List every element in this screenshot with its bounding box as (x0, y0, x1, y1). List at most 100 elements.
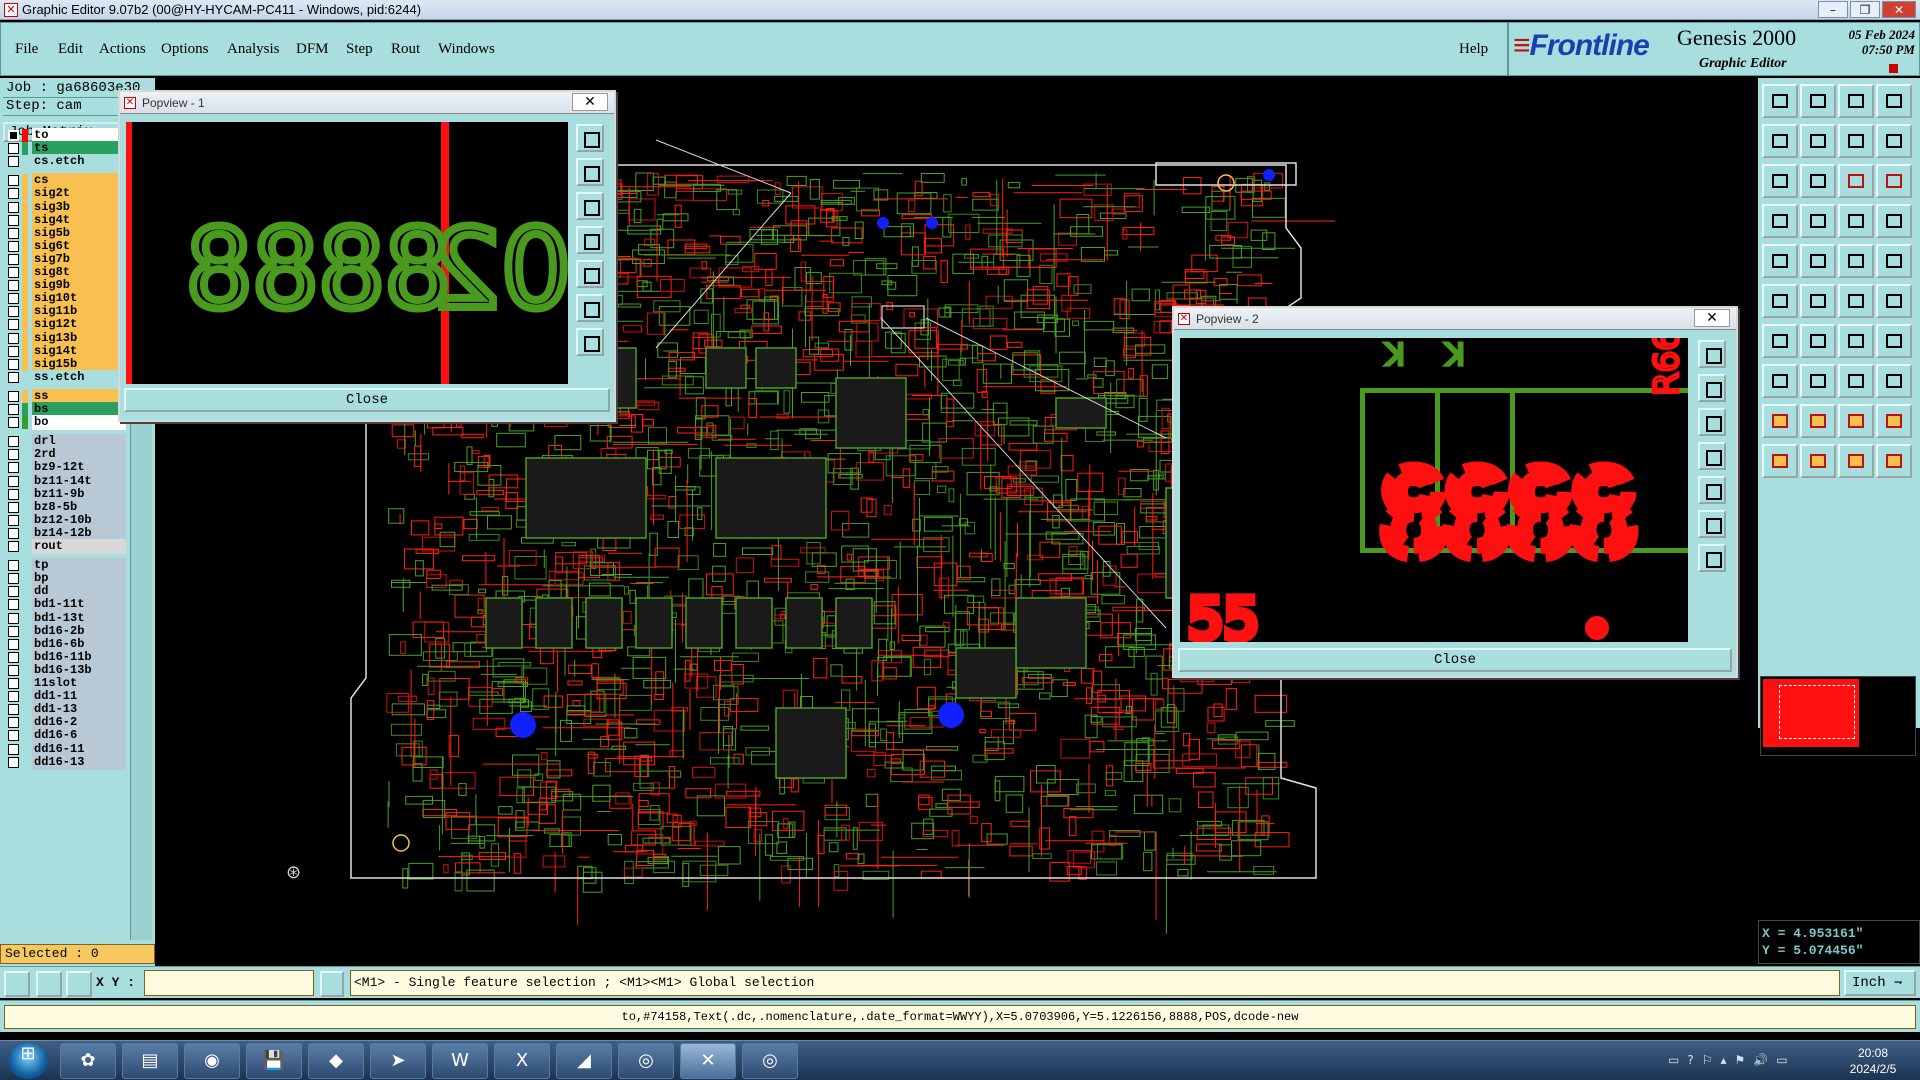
word-icon[interactable]: W (432, 1043, 488, 1079)
layer-checkbox[interactable] (8, 390, 19, 402)
grid-tool-button[interactable] (66, 971, 92, 997)
menu-options[interactable]: Options (161, 41, 209, 58)
layer-name[interactable]: rout (32, 539, 126, 554)
layer-checkbox[interactable] (8, 214, 19, 226)
drill-button[interactable] (1800, 364, 1836, 398)
layer-checkbox[interactable] (8, 599, 19, 611)
layer-checkbox[interactable] (8, 417, 19, 429)
zoom-center-button[interactable] (576, 328, 604, 356)
layer-checkbox[interactable] (8, 358, 19, 370)
menu-dfm[interactable]: DFM (296, 41, 329, 58)
zoom-out-button[interactable] (576, 192, 604, 220)
menu-edit[interactable]: Edit (58, 41, 83, 58)
layer-checkbox[interactable] (8, 678, 19, 689)
angle-button[interactable] (1800, 404, 1836, 438)
zoom-fit-button[interactable] (576, 124, 604, 152)
layer-name[interactable]: bo (32, 415, 126, 431)
layer-row[interactable]: dd16-13 (6, 754, 126, 770)
menu-rout[interactable]: Rout (391, 41, 420, 58)
browser-icon[interactable]: ◉ (184, 1043, 240, 1079)
save-button[interactable] (1800, 84, 1836, 118)
layer-checkbox[interactable] (8, 267, 19, 278)
layer-checkbox[interactable] (8, 156, 19, 168)
layer-checkbox[interactable] (8, 756, 19, 768)
via-button[interactable] (1762, 284, 1798, 318)
snap-button[interactable] (1876, 324, 1912, 358)
circle-button[interactable] (1876, 244, 1912, 278)
sketch-button[interactable] (1762, 204, 1798, 238)
zoom-home-button[interactable] (576, 260, 604, 288)
layer-checkbox[interactable] (8, 691, 19, 703)
system-tray[interactable]: ▭?⚐▴⚑🔊▭ (1668, 1053, 1828, 1071)
popview-2-close-x[interactable]: ✕ (1694, 309, 1730, 327)
arc-button[interactable] (1800, 324, 1836, 358)
layer-checkbox[interactable] (8, 280, 19, 292)
delete-button[interactable] (1800, 284, 1836, 318)
layer-checkbox[interactable] (8, 436, 19, 448)
home-button[interactable] (1838, 84, 1874, 118)
layer-checkbox[interactable] (8, 573, 19, 585)
layer-checkbox[interactable] (8, 240, 19, 252)
menu-step[interactable]: Step (346, 41, 373, 58)
layer-checkbox[interactable] (8, 541, 19, 552)
ruler-button[interactable] (1838, 244, 1874, 278)
pointer-button[interactable] (1838, 444, 1874, 478)
net-button[interactable] (1762, 324, 1798, 358)
menu-help[interactable]: Help (1459, 41, 1488, 58)
layer-checkbox[interactable] (8, 175, 19, 187)
eye-icon[interactable]: ◎ (618, 1043, 674, 1079)
measure-button[interactable] (1838, 204, 1874, 238)
layer-row[interactable]: bo (6, 415, 126, 431)
popview-1-close-x[interactable]: ✕ (572, 93, 608, 111)
resize-button[interactable] (1800, 244, 1836, 278)
layer-checkbox[interactable] (8, 651, 19, 663)
connect-button[interactable] (1876, 284, 1912, 318)
layer-checkbox[interactable] (8, 743, 19, 755)
route-button[interactable] (1838, 284, 1874, 318)
layer-checkbox[interactable] (8, 664, 19, 676)
layer-checkbox[interactable] (8, 462, 19, 474)
layer-checkbox[interactable] (8, 704, 19, 716)
layer-name[interactable]: ss.etch (32, 369, 126, 385)
zoom-home-button[interactable] (1698, 476, 1726, 504)
menu-analysis[interactable]: Analysis (227, 41, 280, 58)
text-b-button[interactable] (1876, 404, 1912, 438)
layer-checkbox[interactable] (8, 717, 19, 729)
layer-checkbox[interactable] (8, 475, 19, 487)
zoom-area-button[interactable] (576, 294, 604, 322)
shell-icon[interactable]: ✿ (60, 1043, 116, 1079)
layer-checkbox[interactable] (8, 332, 19, 344)
minimize-button[interactable]: – (1818, 1, 1848, 18)
align-button[interactable] (1876, 124, 1912, 158)
menu-file[interactable]: File (15, 41, 38, 58)
xy-input[interactable] (144, 970, 314, 996)
unit-select[interactable]: Inch ⇁ (1844, 970, 1916, 996)
layer-checkbox[interactable] (8, 514, 19, 526)
zoom-center-button[interactable] (1800, 164, 1836, 198)
text-button[interactable] (1762, 404, 1798, 438)
layer-checkbox[interactable] (8, 560, 19, 572)
layer-checkbox[interactable] (8, 345, 19, 357)
help-button[interactable] (1876, 164, 1912, 198)
layer-checkbox[interactable] (8, 488, 19, 500)
layer-row[interactable]: rout (6, 539, 126, 554)
text-a-button[interactable] (1838, 404, 1874, 438)
zoom-out-button[interactable] (1698, 408, 1726, 436)
info-button[interactable] (320, 971, 344, 997)
layer-checkbox[interactable] (8, 501, 19, 513)
start-button[interactable]: ⊞ (8, 1043, 48, 1079)
zoom-area-button[interactable] (1698, 510, 1726, 538)
close-window-button[interactable]: ✕ (1882, 1, 1916, 18)
zoom-fit-button[interactable] (1762, 164, 1798, 198)
measure-tool-button[interactable] (36, 971, 62, 997)
layer-checkbox[interactable] (8, 306, 19, 318)
layer-checkbox[interactable] (8, 449, 19, 461)
zoom-in-button[interactable] (576, 158, 604, 186)
pad-button[interactable] (1762, 244, 1798, 278)
popview-2-viewport[interactable]: K K R66 8888 55 (1180, 338, 1688, 642)
layout-button[interactable] (1876, 84, 1912, 118)
layer-checkbox[interactable] (8, 319, 19, 331)
save-icon[interactable]: 💾 (246, 1043, 302, 1079)
publisher-icon[interactable]: ◆ (308, 1043, 364, 1079)
layer-checkbox[interactable] (8, 253, 19, 265)
